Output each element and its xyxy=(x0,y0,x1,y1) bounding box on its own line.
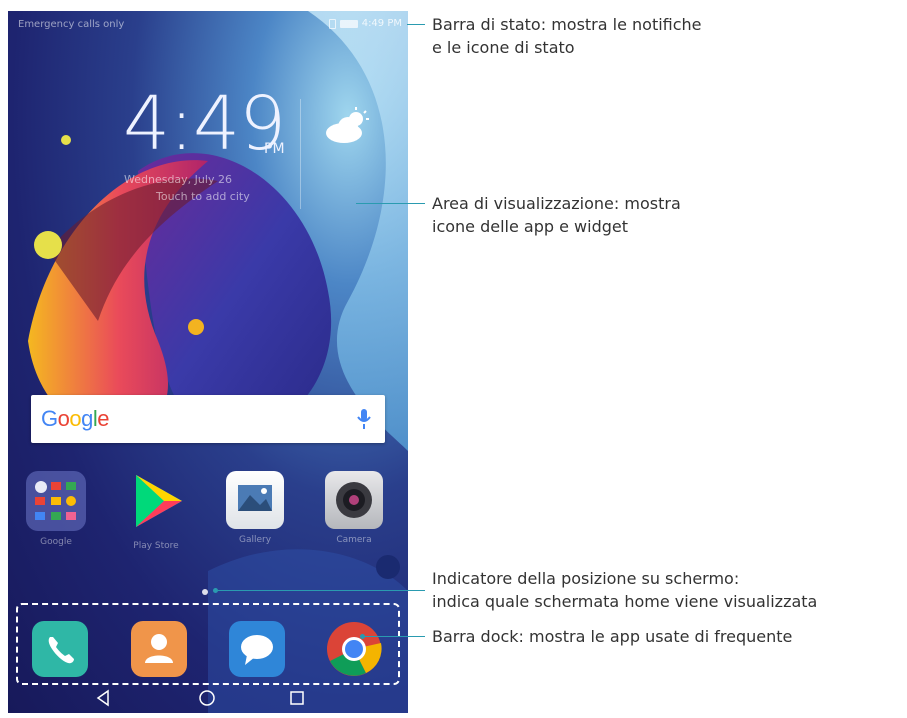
callout-line-display xyxy=(356,203,425,204)
camera-icon xyxy=(325,471,383,529)
google-search-bar[interactable]: Google xyxy=(31,395,385,443)
home-icon[interactable] xyxy=(199,690,215,706)
callout-status-bar: Barra di stato: mostra le notifiche e le… xyxy=(432,13,702,59)
google-logo-letter: e xyxy=(97,406,110,431)
app-label: Gallery xyxy=(238,535,272,545)
status-time: 4:49 PM xyxy=(361,18,402,29)
callout-line-text: Indicatore della posizione su schermo: xyxy=(432,569,740,588)
callout-line-text: Area di visualizzazione: mostra xyxy=(432,194,681,213)
callout-line-text: Barra dock: mostra le app usate di frequ… xyxy=(432,627,793,646)
clock-time[interactable]: 4:49 xyxy=(123,87,286,161)
status-bar: Emergency calls only 4:49 PM xyxy=(8,11,408,37)
callout-line-text: e le icone di stato xyxy=(432,38,575,57)
play-store-icon xyxy=(136,475,182,527)
messaging-icon[interactable] xyxy=(229,621,285,677)
callout-line-text: icone delle app e widget xyxy=(432,217,629,236)
contacts-icon[interactable] xyxy=(131,621,187,677)
app-play-store[interactable]: Play Store xyxy=(124,471,188,551)
sim-icon xyxy=(328,18,336,29)
callout-line-status xyxy=(407,24,425,25)
app-label: Play Store xyxy=(133,541,179,551)
date-text: Wednesday, July 26 xyxy=(124,173,232,186)
google-logo: Google xyxy=(41,406,110,432)
callout-line-text: Barra di stato: mostra le notifiche xyxy=(432,15,702,34)
google-logo-letter: g xyxy=(81,406,93,431)
back-icon[interactable] xyxy=(96,689,109,707)
phone-screen: Emergency calls only 4:49 PM 4:49 PM Wed… xyxy=(8,11,408,713)
clock-divider xyxy=(300,99,301,209)
phone-icon[interactable] xyxy=(32,621,88,677)
callout-dock-bar: Barra dock: mostra le app usate di frequ… xyxy=(432,625,792,648)
callout-line-dock xyxy=(365,636,425,637)
status-icons: 4:49 PM xyxy=(328,18,402,29)
battery-icon xyxy=(339,19,358,28)
app-google-folder[interactable]: Google xyxy=(24,471,88,547)
clock-ampm: PM xyxy=(264,141,285,157)
city-hint[interactable]: Touch to add city xyxy=(156,190,250,203)
app-label: Google xyxy=(40,537,72,547)
navigation-bar xyxy=(8,683,408,713)
page-indicator xyxy=(202,589,208,595)
google-logo-letter: G xyxy=(41,406,58,431)
callout-line-text: indica quale schermata home viene visual… xyxy=(432,592,818,611)
mic-icon[interactable] xyxy=(357,407,371,431)
callout-position-indicator: Indicatore della posizione su schermo: i… xyxy=(432,567,817,613)
google-folder-icon xyxy=(26,471,86,531)
google-logo-letter: o xyxy=(69,406,82,431)
app-gallery[interactable]: Gallery xyxy=(223,471,287,545)
callout-display-area: Area di visualizzazione: mostra icone de… xyxy=(432,192,681,238)
callout-line-indicator xyxy=(218,590,425,591)
carrier-status-text: Emergency calls only xyxy=(18,19,125,30)
google-logo-letter: o xyxy=(57,406,70,431)
chrome-icon[interactable] xyxy=(326,621,382,677)
recents-icon[interactable] xyxy=(290,691,304,705)
app-camera[interactable]: Camera xyxy=(322,471,386,545)
partly-cloudy-icon[interactable] xyxy=(324,107,372,147)
app-label: Camera xyxy=(336,535,372,545)
gallery-icon xyxy=(226,471,284,529)
